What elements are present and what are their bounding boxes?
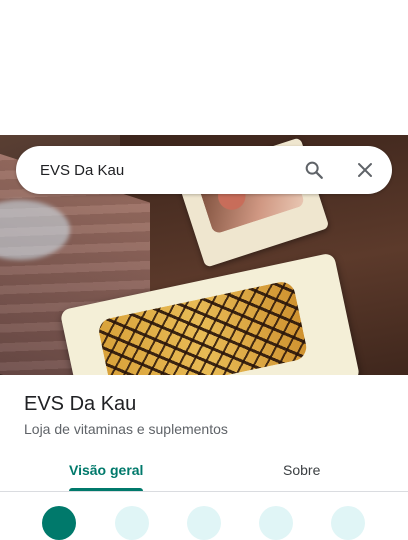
send-to-phone-button[interactable]: [259, 506, 293, 540]
save-button[interactable]: [115, 506, 149, 540]
search-input[interactable]: [40, 155, 280, 185]
search-icon[interactable]: [302, 158, 326, 182]
search-bar[interactable]: [16, 146, 392, 194]
directions-button[interactable]: [42, 506, 76, 540]
tab-bar: Visão geral Sobre: [0, 448, 408, 492]
top-blank-area: [0, 0, 408, 135]
nearby-button[interactable]: [187, 506, 221, 540]
place-category[interactable]: Loja de vitaminas e suplementos: [24, 421, 228, 437]
tab-overview[interactable]: Visão geral: [69, 448, 143, 492]
tab-divider: [0, 491, 408, 492]
place-title: EVS Da Kau: [24, 393, 137, 415]
close-icon[interactable]: [353, 158, 377, 182]
share-button[interactable]: [331, 506, 365, 540]
tab-about[interactable]: Sobre: [283, 448, 320, 492]
